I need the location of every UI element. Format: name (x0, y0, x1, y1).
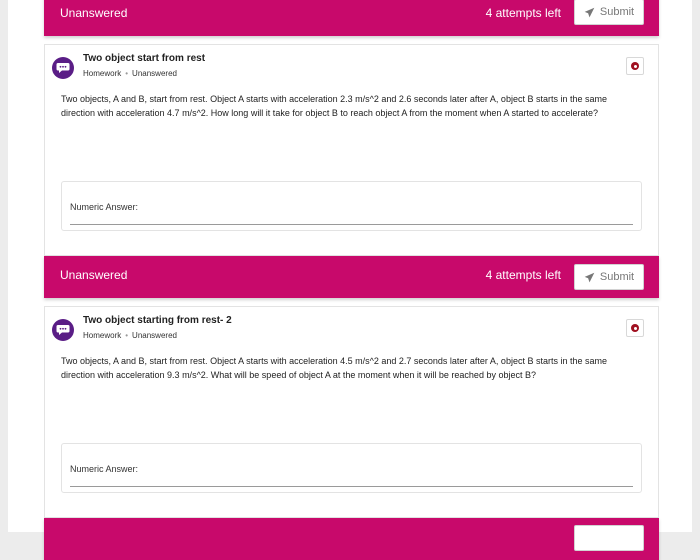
submit-label: Submit (599, 6, 635, 18)
question-text: Two objects, A and B, start from rest. O… (61, 356, 607, 380)
question-card: Two object start from rest Homework • Unan… (44, 44, 659, 256)
question-title: Two object starting from rest- 2 (83, 315, 232, 326)
question-meta: Homework • Unanswered (83, 69, 177, 78)
question-type: Homework (83, 331, 122, 340)
answer-box: Numeric Answer: (61, 443, 642, 493)
question-status: Unanswered (132, 331, 177, 340)
question-title: Two object start from rest (83, 53, 206, 64)
record-dot-icon[interactable] (626, 57, 644, 75)
numeric-answer-label: Numeric Answer: (70, 202, 139, 212)
numeric-answer-input[interactable] (70, 477, 633, 487)
answer-status-bar (44, 518, 659, 560)
question-meta: Homework • Unanswered (83, 331, 177, 340)
submit-button[interactable]: Submit (574, 0, 644, 25)
paper-plane-icon (584, 7, 595, 17)
question-status: Unanswered (132, 69, 177, 78)
attempts-left: 4 attempts left (485, 268, 561, 282)
question-type: Homework (83, 69, 122, 78)
chat-bubble-icon (52, 319, 74, 341)
answer-box: Numeric Answer: (61, 181, 642, 231)
attempts-left: 4 attempts left (485, 6, 561, 20)
submit-label: Submit (599, 271, 635, 283)
question-text: Two objects, A and B, start from rest. O… (61, 94, 607, 118)
numeric-answer-label: Numeric Answer: (70, 464, 139, 474)
submit-button[interactable]: Submit (574, 264, 644, 290)
answer-status-bar: Unanswered 4 attempts left Submit (44, 256, 659, 298)
meta-separator: • (125, 331, 129, 340)
answer-status: Unanswered (60, 6, 128, 20)
chat-bubble-icon (52, 57, 74, 79)
answer-status-bar: Unanswered 4 attempts left Submit (44, 0, 659, 36)
question-card: Two object starting from rest- 2 Homewor… (44, 306, 659, 518)
paper-plane-icon (584, 272, 595, 282)
submit-button[interactable] (574, 525, 644, 551)
record-dot-icon[interactable] (626, 319, 644, 337)
meta-separator: • (125, 69, 129, 78)
numeric-answer-input[interactable] (70, 215, 633, 225)
answer-status: Unanswered (60, 268, 128, 282)
